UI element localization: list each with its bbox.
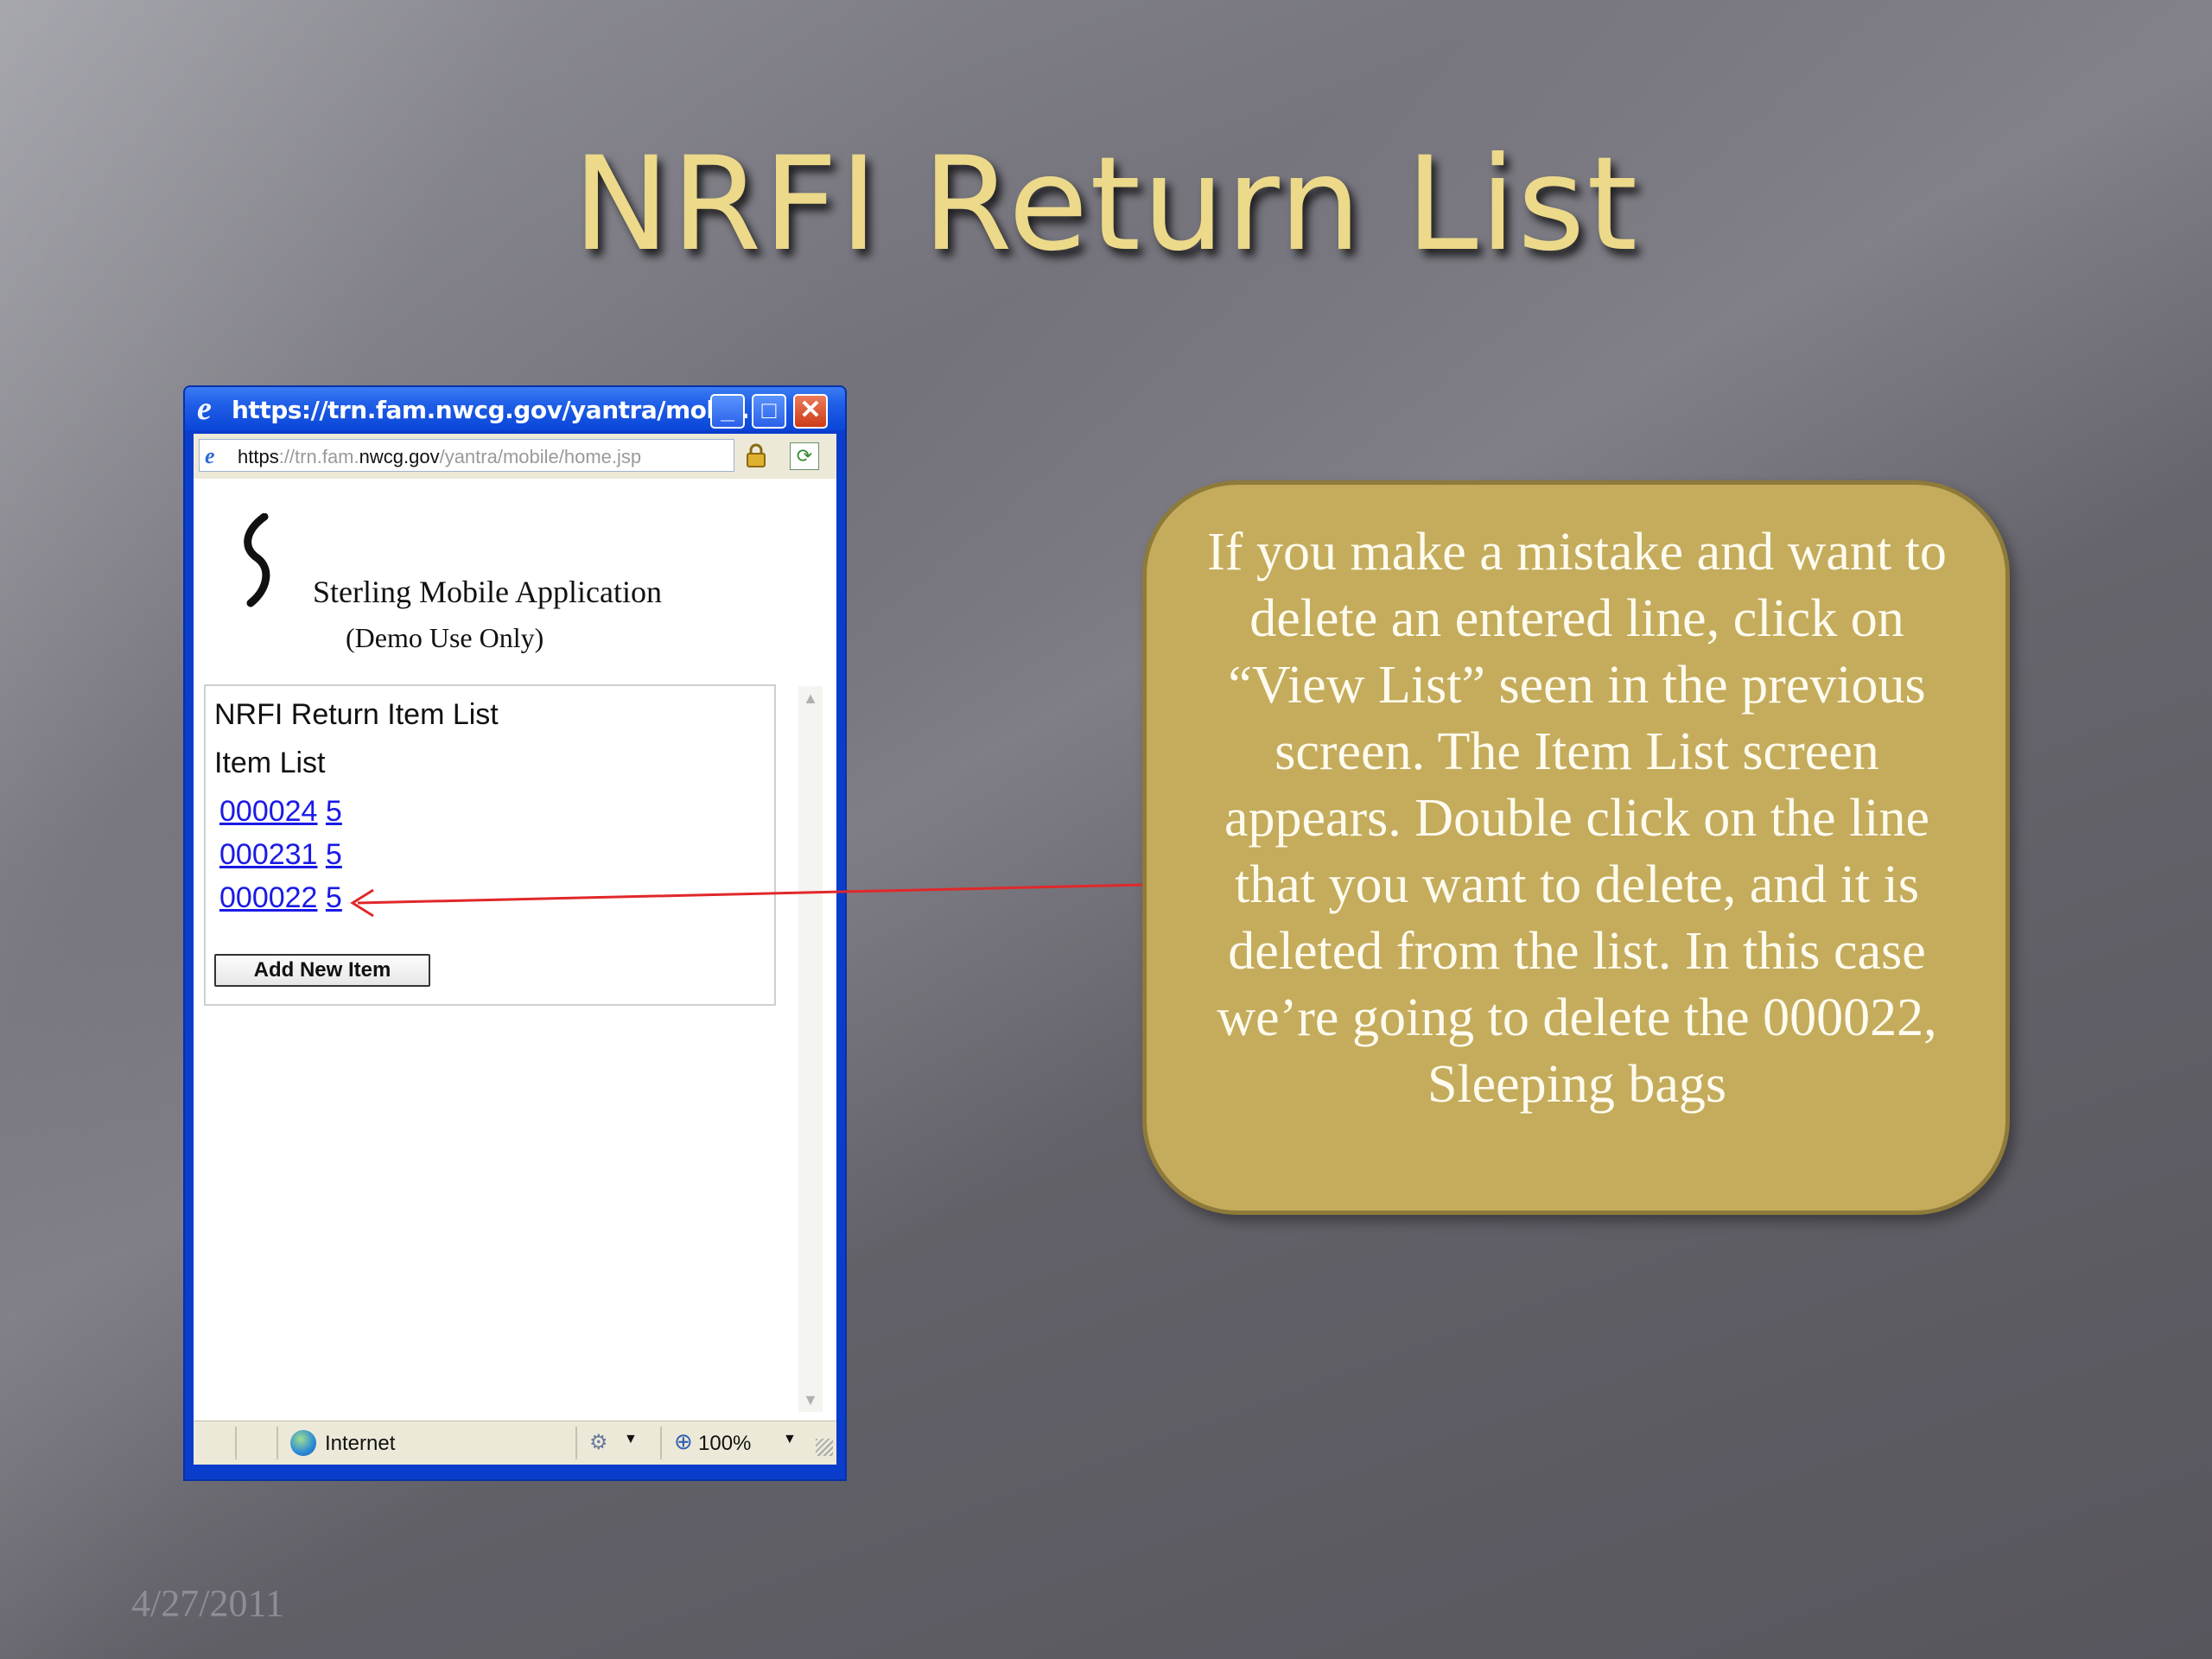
- status-divider: [276, 1427, 278, 1459]
- list-item: 000231 5: [219, 838, 342, 872]
- item-qty-link[interactable]: 5: [326, 838, 342, 871]
- status-divider: [235, 1427, 237, 1459]
- globe-icon: [290, 1430, 316, 1456]
- url-host-prefix: ://trn.fam.: [278, 446, 359, 467]
- demo-note: (Demo Use Only): [346, 622, 544, 653]
- chevron-down-icon[interactable]: ▼: [624, 1432, 638, 1447]
- status-divider: [575, 1427, 577, 1459]
- address-url[interactable]: https://trn.fam.nwcg.gov/yantra/mobile/h…: [238, 446, 641, 468]
- slide-title: NRFI Return List: [572, 130, 1640, 280]
- scroll-down-icon[interactable]: ▼: [798, 1388, 823, 1412]
- url-scheme: https: [238, 446, 279, 467]
- form-title: NRFI Return Item List: [214, 698, 499, 731]
- security-zone: Internet: [325, 1432, 396, 1455]
- item-id-link[interactable]: 000024: [219, 795, 317, 828]
- refresh-icon[interactable]: ⟳: [790, 442, 819, 470]
- zoom-level[interactable]: 100%: [698, 1432, 751, 1456]
- list-item: 000022 5: [219, 881, 342, 915]
- list-item: 000024 5: [219, 795, 342, 829]
- minimize-button[interactable]: _: [710, 394, 745, 429]
- slide-date: 4/27/2011: [131, 1582, 284, 1624]
- address-field[interactable]: e https://trn.fam.nwcg.gov/yantra/mobile…: [199, 439, 734, 472]
- url-path: /yantra/mobile/home.jsp: [439, 446, 642, 467]
- scroll-up-icon[interactable]: ▲: [798, 686, 823, 710]
- zoom-icon[interactable]: ⊕: [674, 1428, 693, 1455]
- url-host: nwcg.gov: [359, 446, 440, 467]
- resize-grip-icon[interactable]: [816, 1439, 833, 1456]
- callout-box: If you make a mistake and want to delete…: [1142, 480, 2010, 1215]
- callout-text: If you make a mistake and want to delete…: [1207, 523, 1947, 1114]
- add-new-item-button[interactable]: Add New Item: [214, 954, 430, 987]
- browser-window-title: https://trn.fam.nwcg.gov/yantra/mob...: [232, 396, 750, 424]
- status-bar: Internet ⚙ ▼ ⊕ 100% ▼: [194, 1421, 836, 1465]
- browser-titlebar[interactable]: e https://trn.fam.nwcg.gov/yantra/mob...…: [185, 387, 845, 430]
- item-qty-link[interactable]: 5: [326, 881, 342, 914]
- item-id-link[interactable]: 000022: [219, 881, 317, 914]
- item-id-link[interactable]: 000231: [219, 838, 317, 871]
- protected-mode-icon[interactable]: ⚙: [589, 1430, 608, 1455]
- sterling-logo-icon: [244, 513, 270, 607]
- address-bar: e https://trn.fam.nwcg.gov/yantra/mobile…: [194, 434, 836, 480]
- browser-content: Sterling Mobile Application (Demo Use On…: [194, 479, 836, 1421]
- item-list-label: Item List: [214, 747, 326, 779]
- item-qty-link[interactable]: 5: [326, 795, 342, 828]
- maximize-button[interactable]: □: [752, 394, 786, 429]
- browser-window: e https://trn.fam.nwcg.gov/yantra/mob...…: [183, 385, 847, 1481]
- item-list-panel: NRFI Return Item List Item List 000024 5…: [204, 684, 776, 1006]
- status-divider: [660, 1427, 662, 1459]
- close-button[interactable]: ✕: [793, 394, 828, 429]
- page-icon: e: [205, 443, 215, 468]
- vertical-scrollbar[interactable]: ▲ ▼: [798, 686, 823, 1412]
- internet-explorer-icon: e: [197, 391, 212, 427]
- app-name: Sterling Mobile Application: [313, 575, 662, 609]
- lock-icon[interactable]: [743, 442, 769, 468]
- chevron-down-icon[interactable]: ▼: [783, 1432, 797, 1447]
